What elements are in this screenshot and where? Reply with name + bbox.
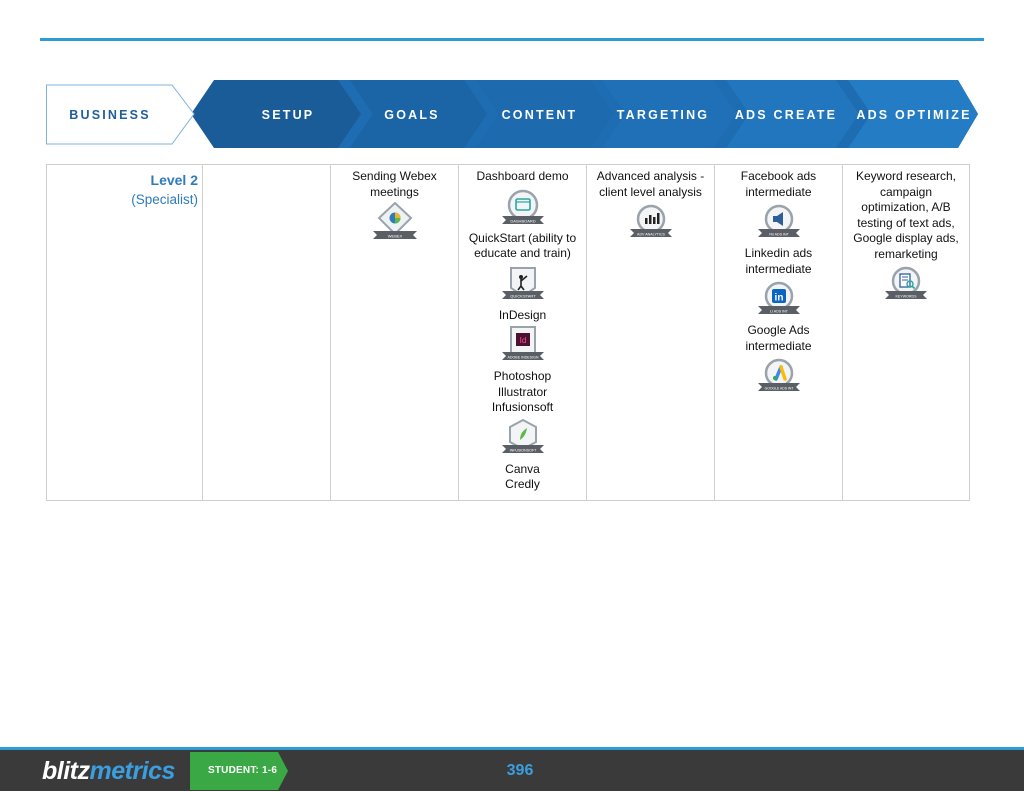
column-business: Level 2 (Specialist) (47, 165, 203, 500)
content-canva-text: Canva (505, 461, 540, 476)
quickstart-badge-label: QUICKSTART (510, 293, 536, 298)
step-content: CONTENT (501, 108, 578, 122)
infusionsoft-badge-label: INFUSIONSOFT (509, 448, 537, 452)
goals-text: Sending Webex meetings (352, 169, 437, 199)
svg-text:in: in (774, 293, 783, 304)
student-label: STUDENT: 1-6 (208, 765, 278, 776)
ads-create-linkedin-text: Linkedin ads intermediate (744, 246, 813, 276)
infusionsoft-badge-icon: INFUSIONSOFT (499, 418, 547, 458)
content-photoshop-text: Photoshop (493, 369, 552, 383)
column-ads-create: Facebook ads intermediate FB ADS INT Lin… (715, 165, 843, 500)
quickstart-badge-icon: QUICKSTART (499, 264, 547, 304)
google-ads-badge-label: GOOGLE ADS INT (764, 386, 793, 390)
dashboard-badge-icon: DASHBOARD (499, 187, 547, 227)
step-targeting: TARGETING (616, 108, 710, 122)
content-illustrator-text: Illustrator (497, 384, 548, 399)
level-subtitle: (Specialist) (131, 192, 198, 207)
content-credly-text: Credly (505, 477, 540, 491)
content-infusionsoft-text: Infusionsoft (491, 400, 554, 414)
column-goals: Sending Webex meetings WEBEX (331, 165, 459, 500)
step-ads-optimize: ADS OPTIMIZE (856, 108, 972, 122)
google-ads-badge-icon: GOOGLE ADS INT (755, 356, 803, 396)
level-label: Level 2 (Specialist) (131, 171, 198, 209)
column-content: Dashboard demo DASHBOARD QuickStart (abi… (459, 165, 587, 500)
ads-create-facebook-text: Facebook ads intermediate (740, 169, 817, 199)
analytics-badge-label: ADV ANALYTICS (637, 232, 665, 236)
ads-create-google-text: Google Ads intermediate (745, 323, 812, 353)
step-business: BUSINESS (69, 108, 151, 122)
content-dashboard-text: Dashboard demo (476, 169, 569, 183)
linkedin-badge-label: LI ADS INT (770, 309, 789, 313)
webex-badge-icon: WEBEX (371, 202, 419, 242)
page-number: 396 (506, 762, 534, 779)
level-title: Level 2 (150, 172, 198, 188)
step-setup: SETUP (261, 108, 315, 122)
targeting-text: Advanced analysis - client level analysi… (596, 169, 705, 199)
process-steps-bar: BUSINESS SETUP GOALS CONTENT TARGETING A… (46, 80, 978, 148)
step-goals: GOALS (384, 108, 440, 122)
svg-text:Id: Id (519, 336, 526, 345)
column-targeting: Advanced analysis - client level analysi… (587, 165, 715, 500)
content-indesign-text: InDesign (498, 307, 547, 322)
indesign-badge-icon: Id ADOBE INDESIGN (499, 325, 547, 365)
indesign-badge-label: ADOBE INDESIGN (507, 355, 538, 359)
facebook-ads-badge-icon: FB ADS INT (755, 202, 803, 242)
skills-grid: Level 2 (Specialist) Sending Webex meeti… (46, 164, 970, 501)
dashboard-badge-label: DASHBOARD (510, 218, 535, 223)
ads-optimize-text: Keyword research, campaign optimization,… (853, 169, 959, 261)
analytics-badge-icon: ADV ANALYTICS (627, 202, 675, 242)
column-setup (203, 165, 331, 500)
linkedin-badge-icon: in LI ADS INT (755, 279, 803, 319)
logo-text-blitz: blitz (42, 757, 90, 785)
footer: blitzmetrics STUDENT: 1-6 396 (0, 750, 1024, 791)
content-quickstart-text: QuickStart (ability to educate and train… (468, 230, 577, 261)
logo-text-metrics: metrics (89, 757, 176, 785)
keywords-badge-label: KEYWORDS (896, 294, 918, 298)
webex-badge-label: WEBEX (387, 233, 402, 238)
top-rule (40, 38, 984, 41)
keywords-badge-icon: KEYWORDS (882, 264, 930, 304)
student-tag: STUDENT: 1-6 (190, 752, 290, 790)
column-ads-optimize: Keyword research, campaign optimization,… (843, 165, 969, 500)
blitzmetrics-logo: blitzmetrics (42, 756, 175, 786)
step-ads-create: ADS CREATE (734, 108, 838, 122)
facebook-ads-badge-label: FB ADS INT (769, 232, 789, 236)
